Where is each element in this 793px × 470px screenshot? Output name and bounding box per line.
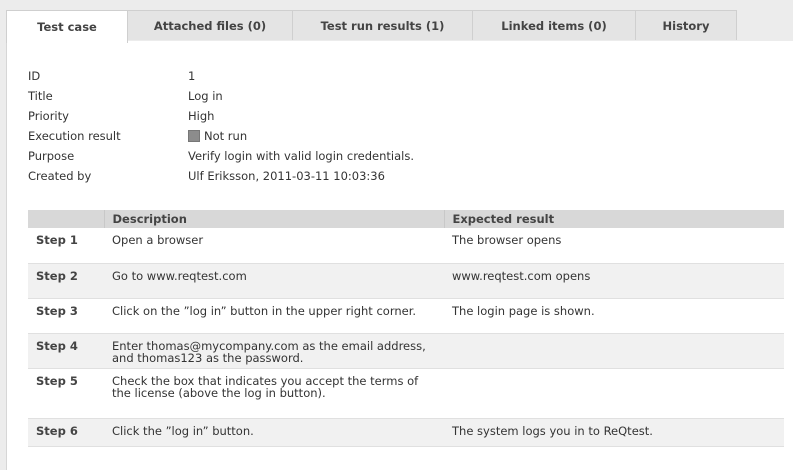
tab-linked-items[interactable]: Linked items (0) xyxy=(472,10,636,40)
detail-label: Priority xyxy=(28,109,69,123)
step-number: Step 1 xyxy=(28,228,104,264)
step-description: Click the ”log in” button. xyxy=(104,418,444,447)
step-expected-result: The login page is shown. xyxy=(444,298,784,334)
column-header-description: Description xyxy=(104,210,445,228)
table-row: Step 5 Check the box that indicates you … xyxy=(28,368,784,419)
step-number: Step 3 xyxy=(28,298,104,334)
step-number: Step 5 xyxy=(28,368,104,419)
step-description: Check the box that indicates you accept … xyxy=(104,368,444,419)
step-number: Step 4 xyxy=(28,333,104,369)
step-expected-result: www.reqtest.com opens xyxy=(444,263,784,299)
step-description: Go to www.reqtest.com xyxy=(104,263,444,299)
tab-bar: Test case Attached files (0) Test run re… xyxy=(0,0,793,43)
steps-header-row: Description Expected result xyxy=(28,210,784,228)
table-row: Step 1 Open a browser The browser opens xyxy=(28,228,784,264)
column-header-step xyxy=(28,210,105,228)
step-expected-result xyxy=(444,333,784,369)
detail-label: Created by xyxy=(28,169,92,183)
detail-label: Execution result xyxy=(28,129,121,143)
step-expected-result: The system logs you in to ReQtest. xyxy=(444,418,784,447)
status-not-run-icon xyxy=(188,130,200,142)
table-row: Step 3 Click on the ”log in” button in t… xyxy=(28,298,784,334)
execution-status-text: Not run xyxy=(204,129,248,143)
column-header-expected-result: Expected result xyxy=(444,210,784,228)
tab-test-run-results[interactable]: Test run results (1) xyxy=(292,10,473,40)
step-number: Step 6 xyxy=(28,418,104,447)
detail-label: ID xyxy=(28,69,41,83)
detail-value: Verify login with valid login credential… xyxy=(188,149,415,163)
tab-history[interactable]: History xyxy=(635,10,737,40)
step-description: Open a browser xyxy=(104,228,444,264)
tab-test-case[interactable]: Test case xyxy=(6,10,128,43)
detail-value: Not run xyxy=(188,129,247,143)
step-expected-result: The browser opens xyxy=(444,228,784,264)
table-row: Step 6 Click the ”log in” button. The sy… xyxy=(28,418,784,447)
detail-value: 1 xyxy=(188,69,196,83)
tab-attached-files[interactable]: Attached files (0) xyxy=(127,10,293,40)
detail-value: Log in xyxy=(188,89,223,103)
table-row: Step 4 Enter thomas@mycompany.com as the… xyxy=(28,333,784,369)
table-row: Step 2 Go to www.reqtest.com www.reqtest… xyxy=(28,263,784,299)
step-expected-result xyxy=(444,368,784,419)
detail-label: Purpose xyxy=(28,149,75,163)
step-number: Step 2 xyxy=(28,263,104,299)
steps-table: Description Expected result Step 1 Open … xyxy=(28,210,784,447)
detail-label: Title xyxy=(28,89,53,103)
step-description: Enter thomas@mycompany.com as the email … xyxy=(104,333,444,369)
step-description: Click on the ”log in” button in the uppe… xyxy=(104,298,444,334)
detail-value: High xyxy=(188,109,215,123)
detail-value: Ulf Eriksson, 2011-03-11 10:03:36 xyxy=(188,169,385,183)
